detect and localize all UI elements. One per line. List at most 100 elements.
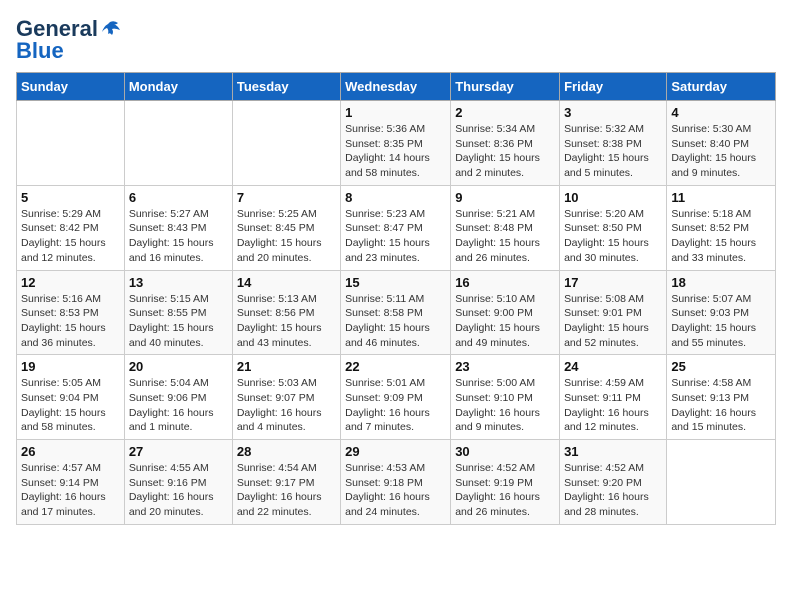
day-number: 11 [671,190,771,205]
day-info: Sunrise: 5:01 AM Sunset: 9:09 PM Dayligh… [345,376,446,435]
day-number: 1 [345,105,446,120]
day-info: Sunrise: 5:11 AM Sunset: 8:58 PM Dayligh… [345,292,446,351]
day-number: 26 [21,444,120,459]
day-info: Sunrise: 5:32 AM Sunset: 8:38 PM Dayligh… [564,122,662,181]
day-number: 16 [455,275,555,290]
calendar-cell: 31Sunrise: 4:52 AM Sunset: 9:20 PM Dayli… [560,440,667,525]
day-info: Sunrise: 4:59 AM Sunset: 9:11 PM Dayligh… [564,376,662,435]
day-number: 8 [345,190,446,205]
calendar-cell: 5Sunrise: 5:29 AM Sunset: 8:42 PM Daylig… [17,185,125,270]
calendar-cell [124,101,232,186]
logo-blue: Blue [16,38,64,64]
calendar-cell: 25 Sunrise: 4:58 AM Sunset: 9:13 PM Dayli… [667,355,776,440]
day-info: Sunrise: 5:08 AM Sunset: 9:01 PM Dayligh… [564,292,662,351]
day-number: 27 [129,444,228,459]
day-number: 4 [671,105,771,120]
calendar-cell: 19Sunrise: 5:05 AM Sunset: 9:04 PM Dayli… [17,355,125,440]
header: General Blue [16,16,776,64]
column-header-tuesday: Tuesday [232,73,340,101]
calendar-cell: 24 Sunrise: 4:59 AM Sunset: 9:11 PM Dayli… [560,355,667,440]
day-info: Sunrise: 5:03 AM Sunset: 9:07 PM Dayligh… [237,376,336,435]
header-row: SundayMondayTuesdayWednesdayThursdayFrid… [17,73,776,101]
day-info: Sunrise: 5:13 AM Sunset: 8:56 PM Dayligh… [237,292,336,351]
day-info: Sunrise: 5:34 AM Sunset: 8:36 PM Dayligh… [455,122,555,181]
calendar-cell: 4Sunrise: 5:30 AM Sunset: 8:40 PM Daylig… [667,101,776,186]
column-header-sunday: Sunday [17,73,125,101]
calendar-cell: 12Sunrise: 5:16 AM Sunset: 8:53 PM Dayli… [17,270,125,355]
day-info: Sunrise: 5:27 AM Sunset: 8:43 PM Dayligh… [129,207,228,266]
calendar-cell: 13 Sunrise: 5:15 AM Sunset: 8:55 PM Dayli… [124,270,232,355]
calendar-cell: 1 Sunrise: 5:36 AM Sunset: 8:35 PM Daylig… [341,101,451,186]
day-info: Sunrise: 5:16 AM Sunset: 8:53 PM Dayligh… [21,292,120,351]
logo: General Blue [16,16,122,64]
day-info: Sunrise: 5:20 AM Sunset: 8:50 PM Dayligh… [564,207,662,266]
calendar-cell: 21 Sunrise: 5:03 AM Sunset: 9:07 PM Dayli… [232,355,340,440]
day-number: 23 [455,359,555,374]
calendar-cell: 15 Sunrise: 5:11 AM Sunset: 8:58 PM Dayli… [341,270,451,355]
day-number: 3 [564,105,662,120]
day-number: 29 [345,444,446,459]
day-number: 19 [21,359,120,374]
calendar-cell [232,101,340,186]
day-number: 5 [21,190,120,205]
week-row-1: 1 Sunrise: 5:36 AM Sunset: 8:35 PM Daylig… [17,101,776,186]
column-header-friday: Friday [560,73,667,101]
day-number: 7 [237,190,336,205]
day-number: 14 [237,275,336,290]
day-number: 25 [671,359,771,374]
day-info: Sunrise: 4:57 AM Sunset: 9:14 PM Dayligh… [21,461,120,520]
day-info: Sunrise: 5:07 AM Sunset: 9:03 PM Dayligh… [671,292,771,351]
day-info: Sunrise: 5:36 AM Sunset: 8:35 PM Dayligh… [345,122,446,181]
column-header-wednesday: Wednesday [341,73,451,101]
column-header-thursday: Thursday [451,73,560,101]
day-number: 22 [345,359,446,374]
day-number: 28 [237,444,336,459]
day-info: Sunrise: 5:00 AM Sunset: 9:10 PM Dayligh… [455,376,555,435]
calendar-cell: 23 Sunrise: 5:00 AM Sunset: 9:10 PM Dayli… [451,355,560,440]
day-number: 9 [455,190,555,205]
calendar-cell: 18 Sunrise: 5:07 AM Sunset: 9:03 PM Dayli… [667,270,776,355]
day-info: Sunrise: 4:54 AM Sunset: 9:17 PM Dayligh… [237,461,336,520]
calendar-cell: 28 Sunrise: 4:54 AM Sunset: 9:17 PM Dayli… [232,440,340,525]
day-info: Sunrise: 4:52 AM Sunset: 9:19 PM Dayligh… [455,461,555,520]
week-row-5: 26 Sunrise: 4:57 AM Sunset: 9:14 PM Dayli… [17,440,776,525]
calendar-cell: 16 Sunrise: 5:10 AM Sunset: 9:00 PM Dayli… [451,270,560,355]
calendar-cell: 20Sunrise: 5:04 AM Sunset: 9:06 PM Dayli… [124,355,232,440]
calendar-cell: 26 Sunrise: 4:57 AM Sunset: 9:14 PM Dayli… [17,440,125,525]
day-info: Sunrise: 5:23 AM Sunset: 8:47 PM Dayligh… [345,207,446,266]
day-number: 13 [129,275,228,290]
calendar-cell: 11 Sunrise: 5:18 AM Sunset: 8:52 PM Dayli… [667,185,776,270]
day-info: Sunrise: 4:53 AM Sunset: 9:18 PM Dayligh… [345,461,446,520]
calendar-cell: 8 Sunrise: 5:23 AM Sunset: 8:47 PM Daylig… [341,185,451,270]
week-row-4: 19Sunrise: 5:05 AM Sunset: 9:04 PM Dayli… [17,355,776,440]
day-info: Sunrise: 5:21 AM Sunset: 8:48 PM Dayligh… [455,207,555,266]
calendar-cell: 29 Sunrise: 4:53 AM Sunset: 9:18 PM Dayli… [341,440,451,525]
calendar-cell: 30 Sunrise: 4:52 AM Sunset: 9:19 PM Dayli… [451,440,560,525]
day-number: 20 [129,359,228,374]
day-number: 30 [455,444,555,459]
calendar-cell: 22 Sunrise: 5:01 AM Sunset: 9:09 PM Dayli… [341,355,451,440]
column-header-monday: Monday [124,73,232,101]
day-number: 18 [671,275,771,290]
calendar-cell [17,101,125,186]
logo-bird-icon [100,20,122,38]
calendar-cell: 27 Sunrise: 4:55 AM Sunset: 9:16 PM Dayli… [124,440,232,525]
day-number: 15 [345,275,446,290]
day-info: Sunrise: 5:18 AM Sunset: 8:52 PM Dayligh… [671,207,771,266]
day-number: 10 [564,190,662,205]
calendar-cell: 14 Sunrise: 5:13 AM Sunset: 8:56 PM Dayli… [232,270,340,355]
calendar-cell: 10 Sunrise: 5:20 AM Sunset: 8:50 PM Dayli… [560,185,667,270]
day-number: 24 [564,359,662,374]
day-number: 21 [237,359,336,374]
calendar-cell: 9 Sunrise: 5:21 AM Sunset: 8:48 PM Daylig… [451,185,560,270]
day-info: Sunrise: 4:55 AM Sunset: 9:16 PM Dayligh… [129,461,228,520]
calendar-cell [667,440,776,525]
day-info: Sunrise: 5:10 AM Sunset: 9:00 PM Dayligh… [455,292,555,351]
calendar-cell: 3 Sunrise: 5:32 AM Sunset: 8:38 PM Daylig… [560,101,667,186]
day-number: 31 [564,444,662,459]
day-info: Sunrise: 5:15 AM Sunset: 8:55 PM Dayligh… [129,292,228,351]
day-info: Sunrise: 4:58 AM Sunset: 9:13 PM Dayligh… [671,376,771,435]
column-header-saturday: Saturday [667,73,776,101]
calendar-cell: 7 Sunrise: 5:25 AM Sunset: 8:45 PM Daylig… [232,185,340,270]
day-info: Sunrise: 5:25 AM Sunset: 8:45 PM Dayligh… [237,207,336,266]
